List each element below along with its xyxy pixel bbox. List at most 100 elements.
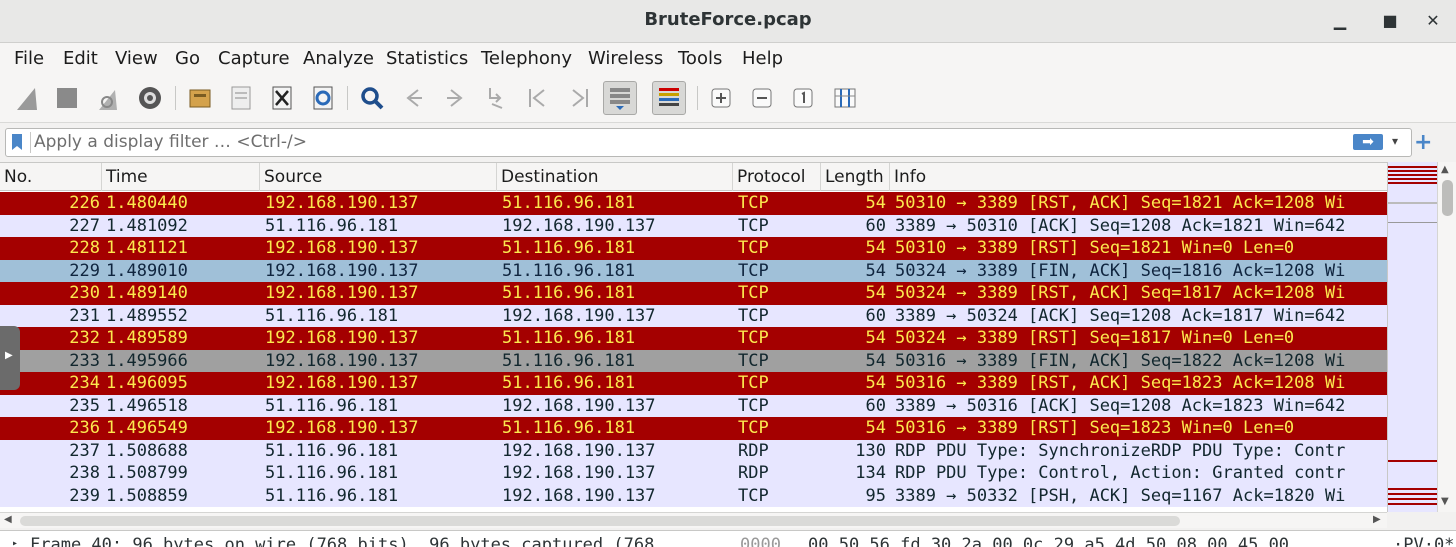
- packet-list-vscroll[interactable]: ▲ ▼: [1437, 162, 1456, 512]
- zoom-in-icon[interactable]: [704, 81, 738, 115]
- display-filter-input[interactable]: Apply a display filter … <Ctrl-/>: [5, 128, 1412, 157]
- close-button[interactable]: ✕: [1420, 8, 1446, 34]
- hex-bytes[interactable]: 00 50 56 fd 30 2a 00 0c 29 a5 4d 50 08 0…: [808, 535, 1289, 547]
- column-header-source[interactable]: Source: [260, 163, 497, 191]
- packet-protocol: TCP: [738, 395, 769, 416]
- filter-placeholder: Apply a display filter … <Ctrl-/>: [34, 132, 307, 152]
- scroll-right-icon[interactable]: ▶: [1373, 514, 1381, 525]
- packet-row[interactable]: 233 1.495966 192.168.190.137 51.116.96.181 T…: [0, 349, 1387, 372]
- packet-row[interactable]: 234 1.496095 192.168.190.137 51.116.96.181 T…: [0, 372, 1387, 395]
- expand-tree-icon[interactable]: ▸: [12, 538, 18, 547]
- save-file-icon[interactable]: [224, 81, 258, 115]
- packet-row[interactable]: 236 1.496549 192.168.190.137 51.116.96.181 T…: [0, 417, 1387, 440]
- menu-file[interactable]: File: [14, 48, 44, 69]
- go-forward-icon[interactable]: [438, 81, 472, 115]
- packet-source: 192.168.190.137: [265, 260, 419, 281]
- column-header-length[interactable]: Length: [821, 163, 890, 191]
- packet-destination: 51.116.96.181: [502, 418, 636, 438]
- vscroll-thumb[interactable]: [1442, 180, 1453, 216]
- first-packet-icon[interactable]: [521, 81, 555, 115]
- packet-row[interactable]: 232 1.489589 192.168.190.137 51.116.96.181 T…: [0, 327, 1387, 350]
- packet-length: 54: [865, 260, 886, 281]
- last-packet-icon[interactable]: [562, 81, 596, 115]
- menu-bar: File Edit View Go Capture Analyze Statis…: [0, 43, 1456, 76]
- packet-time: 1.480440: [106, 193, 188, 213]
- packet-source: 192.168.190.137: [265, 193, 419, 213]
- normal-size-icon[interactable]: [786, 81, 820, 115]
- packet-minimap[interactable]: [1387, 162, 1438, 512]
- packet-length: 54: [865, 238, 886, 258]
- column-header-time[interactable]: Time: [102, 163, 260, 191]
- open-file-icon[interactable]: [183, 81, 217, 115]
- menu-statistics[interactable]: Statistics: [386, 48, 468, 69]
- packet-row[interactable]: 235 1.496518 51.116.96.181 192.168.190.137 T…: [0, 394, 1387, 417]
- packet-row[interactable]: 226 1.480440 192.168.190.137 51.116.96.181 T…: [0, 192, 1387, 215]
- packet-info: 50316 → 3389 [FIN, ACK] Seq=1822 Ack=120…: [895, 350, 1346, 371]
- colorize-icon[interactable]: [652, 81, 686, 115]
- autoscroll-icon[interactable]: [603, 81, 637, 115]
- packet-row[interactable]: 228 1.481121 192.168.190.137 51.116.96.181 T…: [0, 237, 1387, 260]
- packet-row[interactable]: 227 1.481092 51.116.96.181 192.168.190.137 T…: [0, 214, 1387, 237]
- scroll-left-icon[interactable]: ◀: [4, 514, 12, 525]
- packet-source: 51.116.96.181: [265, 485, 399, 506]
- packet-row[interactable]: 229 1.489010 192.168.190.137 51.116.96.181 T…: [0, 259, 1387, 282]
- menu-telephony[interactable]: Telephony: [481, 48, 572, 69]
- menu-analyze[interactable]: Analyze: [303, 48, 374, 69]
- hscroll-thumb[interactable]: [20, 516, 1180, 526]
- reload-icon[interactable]: [306, 81, 340, 115]
- find-packet-icon[interactable]: [355, 81, 389, 115]
- packet-protocol: RDP: [738, 463, 769, 483]
- column-header-destination[interactable]: Destination: [497, 163, 733, 191]
- menu-view[interactable]: View: [115, 48, 158, 69]
- packet-length: 54: [865, 328, 886, 348]
- column-header-no[interactable]: No.: [0, 163, 102, 191]
- capture-options-icon[interactable]: [133, 81, 167, 115]
- scroll-up-icon[interactable]: ▲: [1441, 164, 1449, 175]
- ascii-bytes[interactable]: ·PV·0*: [1393, 535, 1454, 547]
- go-to-packet-icon[interactable]: [479, 81, 513, 115]
- apply-filter-arrow-icon[interactable]: ➡: [1353, 134, 1383, 150]
- menu-capture[interactable]: Capture: [218, 48, 290, 69]
- go-back-icon[interactable]: [397, 81, 431, 115]
- column-header-protocol[interactable]: Protocol: [733, 163, 821, 191]
- packet-info: 3389 → 50316 [ACK] Seq=1208 Ack=1823 Win…: [895, 395, 1346, 416]
- stop-icon[interactable]: [50, 81, 84, 115]
- restart-icon[interactable]: [92, 81, 126, 115]
- packet-protocol: RDP: [738, 440, 769, 461]
- window-title: BruteForce.pcap: [644, 9, 812, 30]
- packet-row[interactable]: 238 1.508799 51.116.96.181 192.168.190.137 R…: [0, 462, 1387, 485]
- zoom-out-icon[interactable]: [745, 81, 779, 115]
- packet-destination: 51.116.96.181: [502, 193, 636, 213]
- packet-source: 51.116.96.181: [265, 463, 399, 483]
- menu-tools[interactable]: Tools: [678, 48, 722, 69]
- resize-columns-icon[interactable]: [828, 81, 862, 115]
- column-header-info[interactable]: Info: [890, 163, 1387, 191]
- menu-go[interactable]: Go: [175, 48, 200, 69]
- packet-protocol: TCP: [738, 373, 769, 393]
- filter-dropdown-icon[interactable]: ▾: [1392, 134, 1398, 148]
- menu-edit[interactable]: Edit: [63, 48, 98, 69]
- packet-row[interactable]: 231 1.489552 51.116.96.181 192.168.190.137 T…: [0, 304, 1387, 327]
- packet-source: 192.168.190.137: [265, 238, 419, 258]
- packet-row[interactable]: 237 1.508688 51.116.96.181 192.168.190.137 R…: [0, 439, 1387, 462]
- packet-length: 54: [865, 283, 886, 303]
- menu-help[interactable]: Help: [742, 48, 783, 69]
- packet-list-hscroll[interactable]: ◀ ▶: [0, 512, 1387, 528]
- filter-bookmark-icon[interactable]: [12, 134, 22, 150]
- menu-wireless[interactable]: Wireless: [588, 48, 663, 69]
- packet-source: 51.116.96.181: [265, 395, 399, 416]
- packet-source: 51.116.96.181: [265, 215, 399, 236]
- close-file-icon[interactable]: [265, 81, 299, 115]
- add-filter-button-icon[interactable]: +: [1414, 130, 1432, 155]
- packet-destination: 192.168.190.137: [502, 215, 656, 236]
- packet-row[interactable]: 230 1.489140 192.168.190.137 51.116.96.181 T…: [0, 282, 1387, 305]
- shark-fin-start-icon[interactable]: [10, 81, 44, 115]
- maximize-button[interactable]: ■: [1377, 8, 1403, 34]
- packet-destination: 192.168.190.137: [502, 485, 656, 506]
- packet-row[interactable]: 239 1.508859 51.116.96.181 192.168.190.137 T…: [0, 484, 1387, 507]
- packet-time: 1.489552: [106, 305, 188, 326]
- minimize-button[interactable]: ▁: [1327, 8, 1353, 34]
- frame-summary[interactable]: Frame 40: 96 bytes on wire (768 bits), 9…: [30, 535, 654, 547]
- side-panel-grip[interactable]: ▶: [0, 326, 20, 390]
- scroll-down-icon[interactable]: ▼: [1441, 496, 1449, 507]
